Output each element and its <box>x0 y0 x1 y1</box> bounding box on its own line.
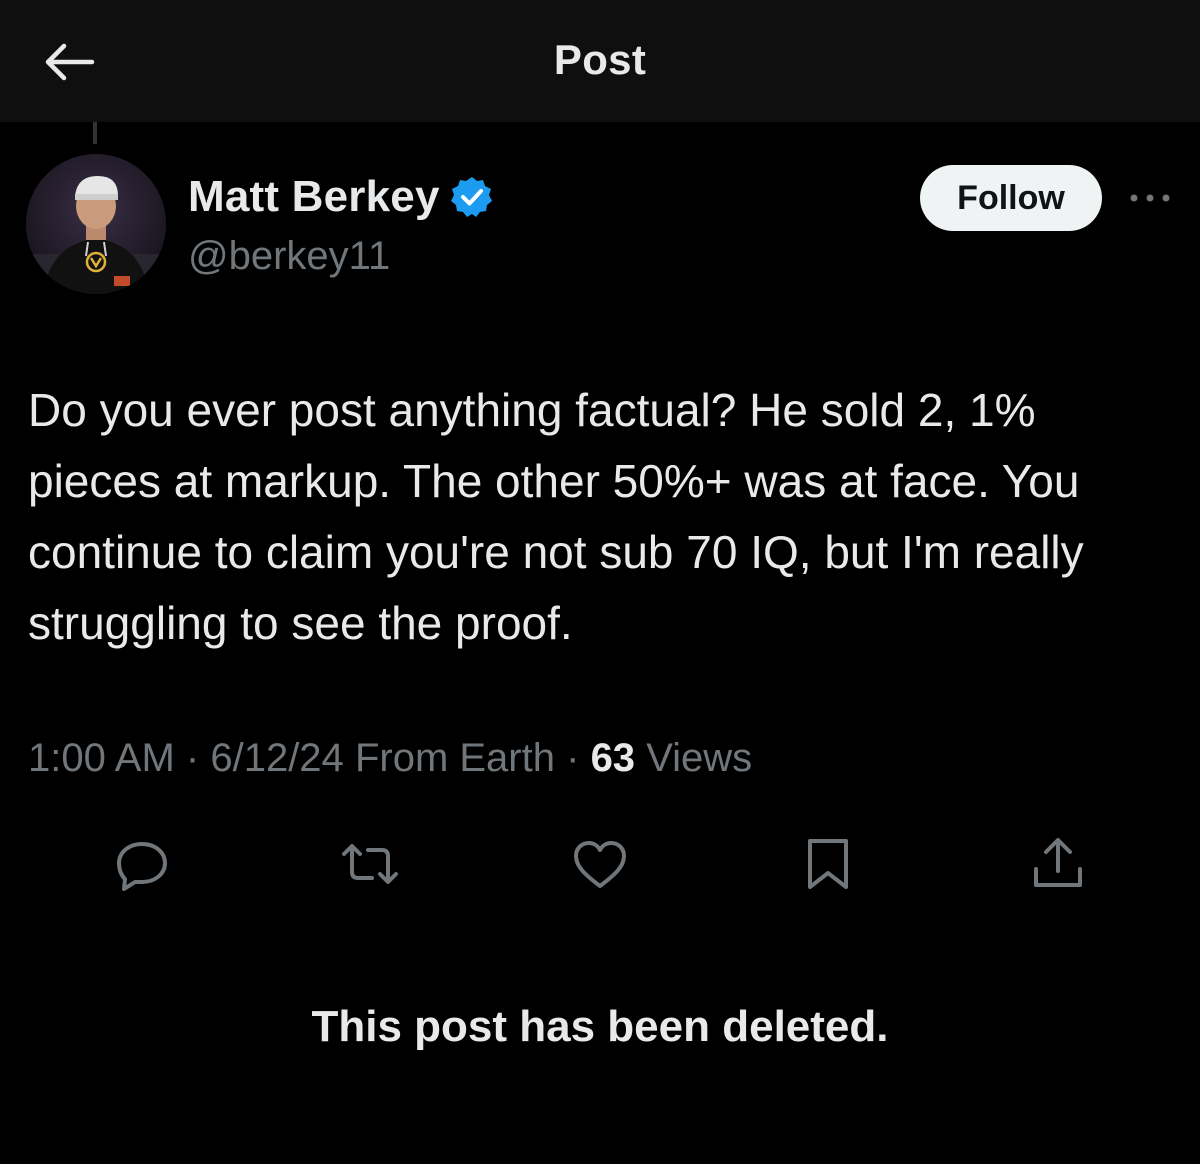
avatar-image <box>26 154 166 294</box>
views-count[interactable]: 63 <box>591 736 636 780</box>
thread-connector-line <box>93 122 97 144</box>
share-icon <box>1034 838 1082 887</box>
verified-badge-icon <box>450 177 492 217</box>
views-label[interactable]: Views <box>646 736 752 780</box>
top-bar: Post <box>0 0 1200 122</box>
post-date[interactable]: 6/12/24 <box>210 736 343 780</box>
follow-button[interactable]: Follow <box>920 165 1102 231</box>
page-title: Post <box>553 36 647 83</box>
bookmark-icon <box>808 839 848 889</box>
avatar[interactable] <box>26 154 166 294</box>
meta-separator: · <box>566 736 580 780</box>
post-time[interactable]: 1:00 AM <box>28 736 175 780</box>
deleted-post-notice: This post has been deleted. <box>311 1002 889 1051</box>
repost-button[interactable] <box>338 834 402 894</box>
more-horizontal-icon <box>1130 194 1170 202</box>
bookmark-button[interactable] <box>796 834 860 894</box>
like-button[interactable] <box>568 834 632 894</box>
author-name-row: Matt Berkey <box>188 172 494 222</box>
like-icon <box>574 841 626 888</box>
repost-icon <box>342 844 398 884</box>
post-source: From Earth <box>354 736 555 780</box>
post-metadata: 1:00 AM · 6/12/24 From Earth · 63 Views <box>28 736 752 781</box>
author-handle[interactable]: @berkey11 <box>188 234 390 279</box>
more-options-button[interactable] <box>1128 186 1172 210</box>
reply-button[interactable] <box>110 834 174 894</box>
share-button[interactable] <box>1026 834 1090 894</box>
reply-icon <box>117 842 167 891</box>
post-text: Do you ever post anything factual? He so… <box>28 384 1084 649</box>
author-display-name[interactable]: Matt Berkey <box>188 172 440 222</box>
meta-separator: · <box>185 736 200 780</box>
